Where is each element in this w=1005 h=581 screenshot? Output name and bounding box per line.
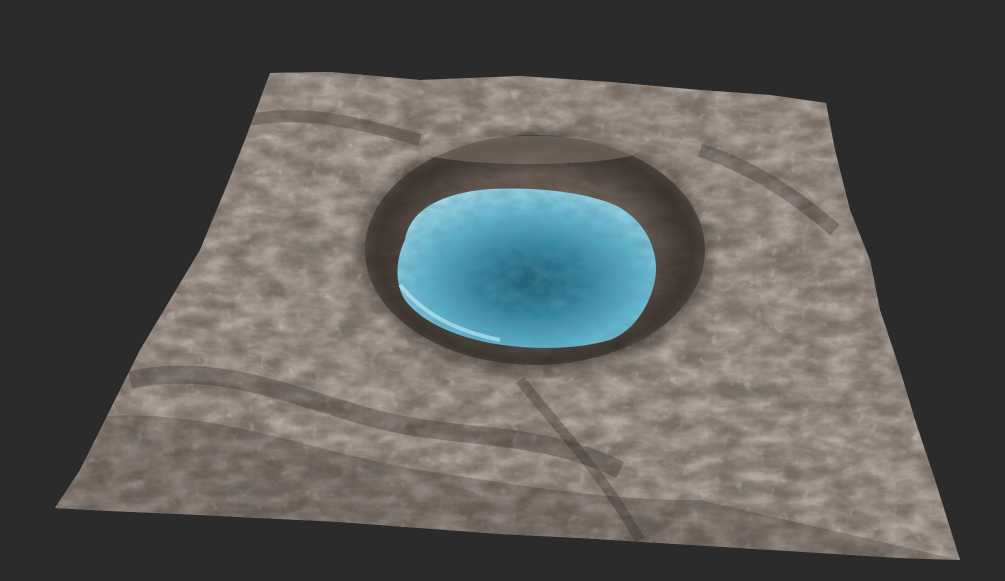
- crater-lake: [397, 188, 656, 348]
- render-viewport: [0, 0, 1005, 581]
- terrain-render: [55, 72, 960, 560]
